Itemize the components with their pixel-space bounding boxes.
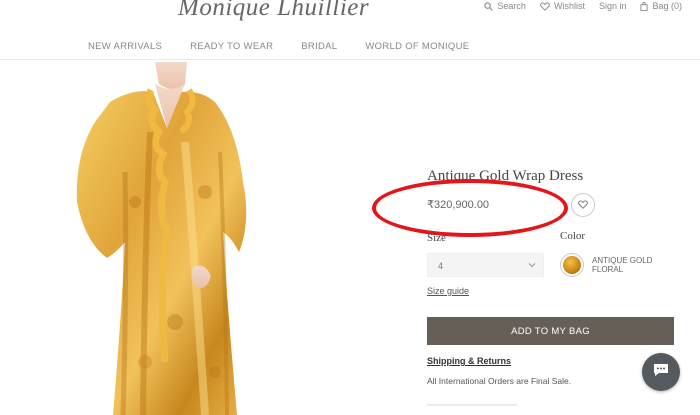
wishlist-link[interactable]: Wishlist bbox=[540, 1, 585, 11]
shipping-returns-link[interactable]: Shipping & Returns bbox=[427, 356, 511, 366]
nav-item-new-arrivals[interactable]: NEW ARRIVALS bbox=[88, 41, 162, 52]
final-sale-note: All International Orders are Final Sale. bbox=[427, 376, 572, 386]
nav-item-world-of-monique[interactable]: WORLD OF MONIQUE bbox=[365, 41, 469, 52]
heart-icon bbox=[578, 196, 588, 214]
color-swatch[interactable] bbox=[560, 253, 584, 277]
brand-logo[interactable]: Monique Lhuillier bbox=[178, 0, 369, 22]
size-select[interactable]: 4 bbox=[427, 253, 544, 277]
color-name: ANTIQUE GOLD FLORAL bbox=[592, 256, 653, 274]
search-label: Search bbox=[497, 1, 526, 11]
nav-item-ready-to-wear[interactable]: READY TO WEAR bbox=[190, 41, 273, 52]
signin-label: Sign in bbox=[598, 1, 627, 11]
bag-label: Bag (0) bbox=[652, 1, 682, 11]
wishlist-label: Wishlist bbox=[553, 1, 585, 11]
heart-icon bbox=[540, 2, 550, 11]
main-nav: NEW ARRIVALS READY TO WEAR BRIDAL WORLD … bbox=[88, 41, 497, 52]
utility-bar: Search Wishlist Sign in Bag (0) bbox=[484, 1, 682, 11]
chevron-down-icon bbox=[525, 258, 539, 274]
chat-icon bbox=[652, 362, 670, 383]
size-guide-link[interactable]: Size guide bbox=[427, 286, 469, 296]
bag-link[interactable]: Bag (0) bbox=[640, 1, 682, 11]
price-highlight-circle bbox=[372, 179, 568, 237]
bag-icon bbox=[640, 1, 649, 11]
search-link[interactable]: Search bbox=[484, 1, 526, 11]
nav-item-bridal[interactable]: BRIDAL bbox=[301, 41, 337, 52]
signin-link[interactable]: Sign in bbox=[599, 1, 627, 11]
search-icon bbox=[484, 1, 494, 11]
chat-button[interactable] bbox=[642, 353, 680, 391]
divider bbox=[427, 404, 517, 406]
site-header: Monique Lhuillier Search Wishlist Sign i… bbox=[0, 0, 700, 60]
product-image[interactable] bbox=[55, 62, 265, 415]
size-label: Size bbox=[427, 232, 446, 244]
color-swatch-fill bbox=[563, 256, 581, 274]
add-to-wishlist-button[interactable] bbox=[571, 193, 595, 217]
color-label: Color bbox=[560, 230, 586, 242]
add-to-bag-button[interactable]: ADD TO MY BAG bbox=[427, 317, 674, 345]
size-value: 4 bbox=[438, 261, 444, 271]
